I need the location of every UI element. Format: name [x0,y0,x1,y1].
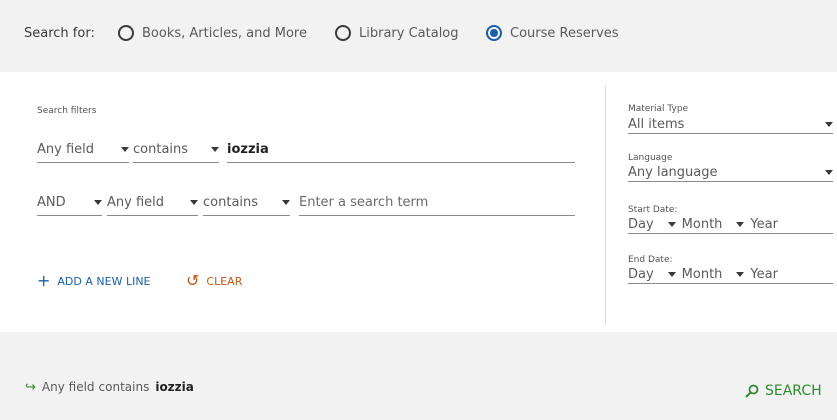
reset-icon: ↺ [186,271,200,290]
chevron-down-icon [736,222,745,227]
add-new-line-button[interactable]: + ADD A NEW LINE [37,273,151,289]
condition-select-value: contains [203,195,259,210]
radio-circle [486,25,502,41]
arrow-right-icon: ↪ [25,380,36,395]
end-year-value: Year [750,267,778,282]
chevron-down-icon [94,200,102,205]
radio-label: Course Reserves [510,25,619,41]
condition-select-row2[interactable]: contains [203,190,290,216]
end-month-value: Month [681,267,723,282]
search-button[interactable]: SEARCH [745,383,822,399]
start-day-value: Day [628,217,654,232]
language-select[interactable]: Any language [628,164,833,182]
field-select-value: Any field [37,142,95,157]
radio-library-catalog[interactable]: Library Catalog [335,25,459,41]
chevron-down-icon [211,147,219,152]
end-day-value: Day [628,267,654,282]
search-term-row2[interactable] [299,190,575,216]
radio-books-articles[interactable]: Books, Articles, and More [118,25,307,41]
language-label: Language [628,153,673,163]
radio-circle [118,25,134,41]
end-date-row: Day Month Year [628,266,833,284]
material-type-label: Material Type [628,104,689,114]
radio-course-reserves[interactable]: Course Reserves [486,25,619,41]
chevron-down-icon [667,222,676,227]
chevron-down-icon [282,200,290,205]
search-filters-title: Search filters [37,106,97,116]
end-year-input[interactable]: Year [750,267,778,282]
chevron-down-icon [825,122,833,127]
query-summary: ↪ Any field contains iozzia [25,380,194,395]
operator-select-value: AND [37,195,66,210]
search-summary-bar [0,332,837,420]
summary-term: iozzia [155,380,194,394]
clear-button[interactable]: ↺ CLEAR [186,273,242,289]
summary-condition: contains [98,380,150,394]
end-month-select[interactable]: Month [682,267,745,282]
clear-label: CLEAR [206,274,243,288]
field-select-row2[interactable]: Any field [107,190,198,216]
start-year-value: Year [750,217,778,232]
search-for-bar: Search for: Books, Articles, and More Li… [0,0,837,72]
material-type-select[interactable]: All items [628,116,833,134]
search-term-input-row2[interactable] [299,195,575,210]
summary-field: Any field [41,380,95,394]
condition-select-value: contains [133,142,189,157]
panel-divider [605,86,606,324]
start-date-row: Day Month Year [628,216,833,234]
chevron-down-icon [121,147,129,152]
material-type-value: All items [628,117,685,132]
chevron-down-icon [667,272,676,277]
add-new-line-label: ADD A NEW LINE [57,274,151,288]
plus-icon: + [37,271,51,290]
search-for-label: Search for: [24,26,95,41]
radio-circle [335,25,351,41]
condition-select-row1[interactable]: contains [133,137,219,163]
start-day-select[interactable]: Day [628,217,676,232]
search-term-input-row1[interactable] [227,142,575,157]
start-date-label: Start Date: [628,205,678,215]
search-icon [745,384,759,398]
field-select-row1[interactable]: Any field [37,137,129,163]
field-select-value: Any field [107,195,165,210]
start-month-select[interactable]: Month [682,217,745,232]
radio-label: Library Catalog [359,25,459,41]
start-year-input[interactable]: Year [750,217,778,232]
end-day-select[interactable]: Day [628,267,676,282]
chevron-down-icon [190,200,198,205]
chevron-down-icon [825,170,833,175]
operator-select-row2[interactable]: AND [37,190,102,216]
search-button-label: SEARCH [765,383,822,399]
search-term-row1[interactable] [227,137,575,163]
chevron-down-icon [736,272,745,277]
radio-label: Books, Articles, and More [142,25,307,41]
start-month-value: Month [681,217,723,232]
language-value: Any language [628,165,718,180]
end-date-label: End Date: [628,255,673,265]
